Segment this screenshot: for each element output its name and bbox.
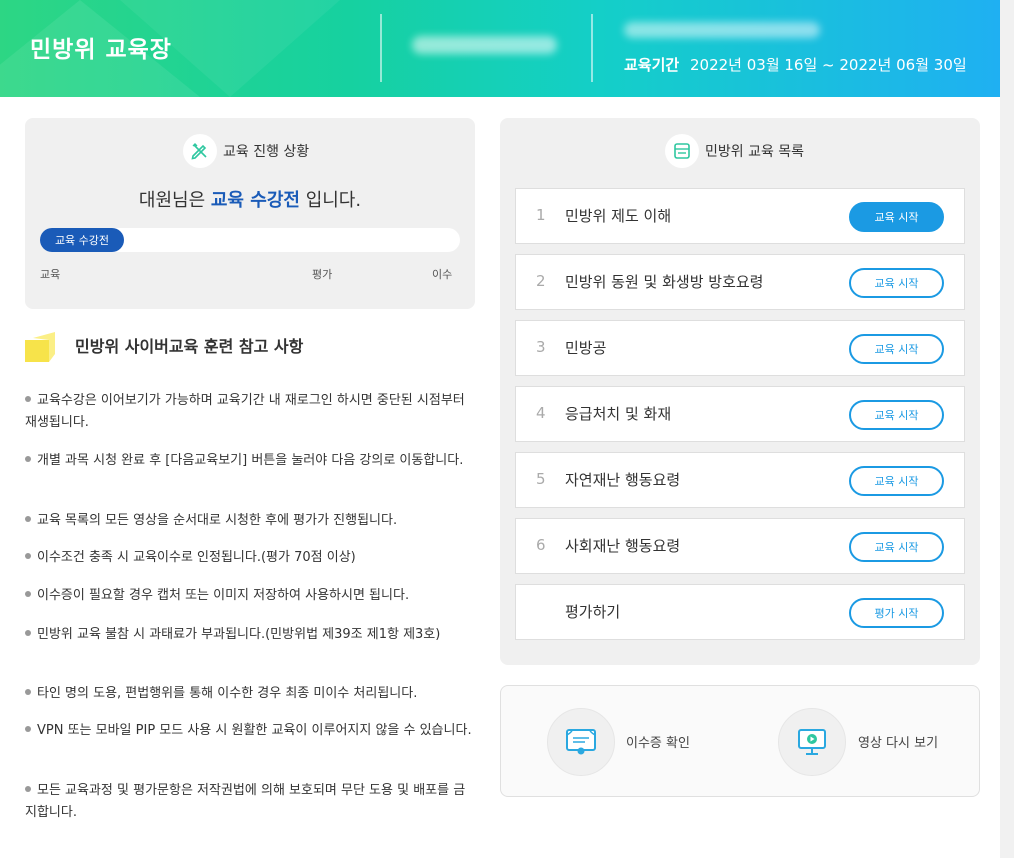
pencil-ruler-icon [183,134,217,168]
course-title: 사회재난 행동요령 [565,537,681,555]
replay-video-button[interactable] [778,708,846,776]
course-number: 6 [536,536,546,554]
step-evaluation: 평가 [312,268,333,281]
note-item: 교육수강은 이어보기가 가능하며 교육기간 내 재로그인 하시면 중단된 시점부… [25,390,473,434]
note-item: 이수조건 충족 시 교육이수로 인정됩니다.(평가 70점 이상) [25,547,473,569]
note-item: 타인 명의 도용, 편법행위를 통해 이수한 경우 최종 미이수 처리됩니다. [25,683,473,705]
scrollbar[interactable] [1000,0,1014,858]
course-item: 5 자연재난 행동요령 교육 시작 [515,452,965,508]
start-education-button[interactable]: 교육 시작 [849,268,944,298]
course-item: 1 민방위 제도 이해 교육 시작 [515,188,965,244]
education-period: 교육기간 2022년 03월 16일 ~ 2022년 06월 30일 [624,54,967,75]
progress-heading: 교육 진행 상황 [183,134,309,168]
replay-video-label[interactable]: 영상 다시 보기 [858,732,938,751]
evaluation-title: 평가하기 [565,603,621,621]
status-suffix: 입니다. [305,190,362,211]
start-education-button[interactable]: 교육 시작 [849,400,944,430]
note-item: 이수증이 필요할 경우 캡처 또는 이미지 저장하여 사용하시면 됩니다. [25,585,473,607]
actions-card: 이수증 확인 영상 다시 보기 [500,685,980,797]
course-item: 6 사회재난 행동요령 교육 시작 [515,518,965,574]
course-title: 자연재난 행동요령 [565,471,681,489]
course-number: 5 [536,470,546,488]
certificate-label[interactable]: 이수증 확인 [626,732,690,751]
monitor-play-icon [798,729,826,755]
list-box-icon [665,134,699,168]
progress-heading-text: 교육 진행 상황 [223,144,310,160]
progress-status: 대원님은 교육 수강전 입니다. [25,186,475,212]
header-divider [591,14,593,82]
progress-bar-fill: 교육 수강전 [40,228,124,252]
note-item: VPN 또는 모바일 PIP 모드 사용 시 원활한 교육이 이루어지지 않을 … [25,720,473,742]
step-completion: 이수 [432,268,453,281]
course-list-heading: 민방위 교육 목록 [665,134,804,168]
note-item: 개별 과목 시청 완료 후 [다음교육보기] 버튼을 눌러야 다음 강의로 이동… [25,450,473,472]
certificate-button[interactable] [547,708,615,776]
progress-bar: 교육 수강전 [40,228,460,252]
blurred-user-info [412,36,557,54]
course-number: 1 [536,206,546,224]
note-item: 모든 교육과정 및 평가문항은 저작권법에 의해 보호되며 무단 도용 및 배포… [25,780,473,824]
course-title: 민방위 동원 및 화생방 방호요령 [565,273,764,291]
course-number: 2 [536,272,546,290]
course-item: 4 응급처치 및 화재 교육 시작 [515,386,965,442]
start-evaluation-button[interactable]: 평가 시작 [849,598,944,628]
note-item: 교육 목록의 모든 영상을 순서대로 시청한 후에 평가가 진행됩니다. [25,510,473,532]
course-item: 3 민방공 교육 시작 [515,320,965,376]
notes-title: 민방위 사이버교육 훈련 참고 사항 [75,337,304,356]
start-education-button[interactable]: 교육 시작 [849,532,944,562]
header-divider [380,14,382,82]
blurred-user-info [624,22,820,38]
start-education-button[interactable]: 교육 시작 [849,466,944,496]
course-number: 4 [536,404,546,422]
course-list-card: 민방위 교육 목록 1 민방위 제도 이해 교육 시작 2 민방위 동원 및 화… [500,118,980,665]
page-title: 민방위 교육장 [30,37,172,63]
status-prefix: 대원님은 [138,190,206,211]
course-list-heading-text: 민방위 교육 목록 [705,144,805,160]
status-highlight: 교육 수강전 [210,190,300,211]
course-title: 민방위 제도 이해 [565,207,672,225]
step-education: 교육 [40,268,61,281]
course-item: 2 민방위 동원 및 화생방 방호요령 교육 시작 [515,254,965,310]
progress-card: 교육 진행 상황 대원님은 교육 수강전 입니다. 교육 수강전 교육 평가 이… [25,118,475,309]
header-banner: 민방위 교육장 교육기간 2022년 03월 16일 ~ 2022년 06월 3… [0,0,1000,97]
sticky-note-icon [25,332,55,362]
course-title: 민방공 [565,339,607,357]
start-education-button[interactable]: 교육 시작 [849,202,944,232]
course-title: 응급처치 및 화재 [565,405,672,423]
start-education-button[interactable]: 교육 시작 [849,334,944,364]
course-number: 3 [536,338,546,356]
evaluation-item: 평가하기 평가 시작 [515,584,965,640]
note-item: 민방위 교육 불참 시 과태료가 부과됩니다.(민방위법 제39조 제1항 제3… [25,624,473,646]
period-value: 2022년 03월 16일 ~ 2022년 06월 30일 [689,56,967,74]
period-label: 교육기간 [624,56,680,74]
certificate-icon [566,729,596,755]
